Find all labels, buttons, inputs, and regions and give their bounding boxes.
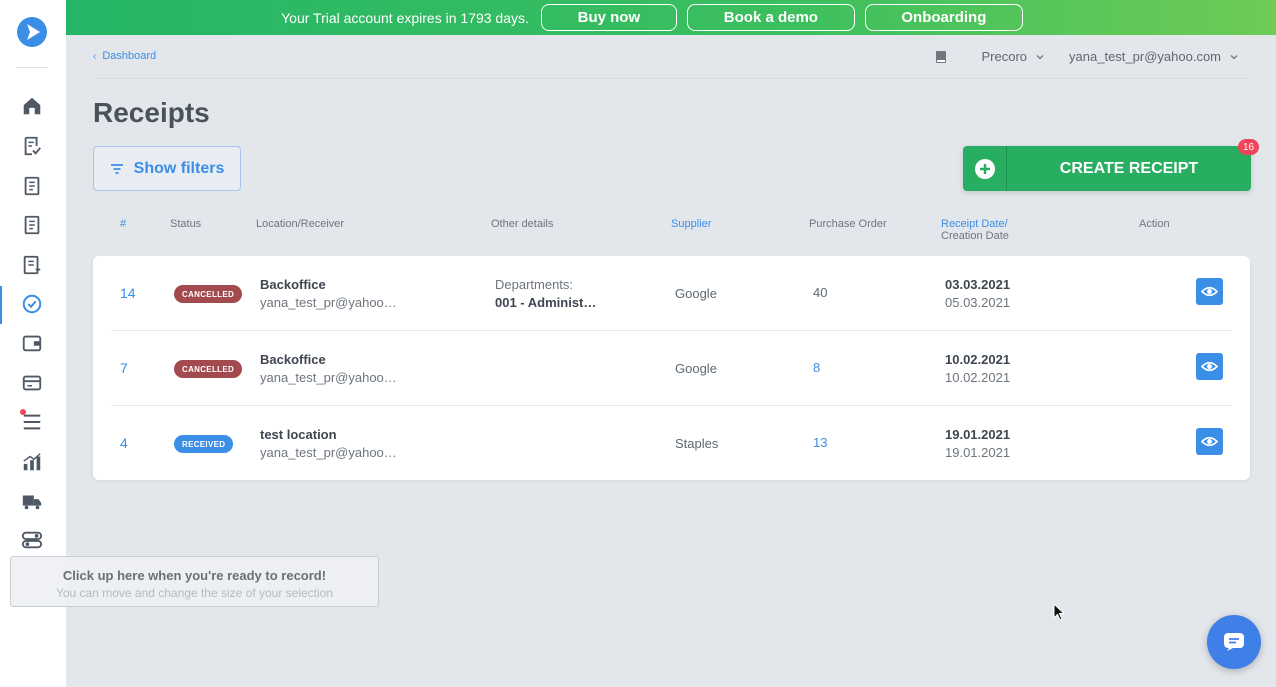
document-icon[interactable] (20, 174, 44, 198)
col-header-receipt-date[interactable]: Receipt Date/ (941, 218, 1008, 230)
document-icon[interactable] (20, 213, 44, 237)
list-icon[interactable] (20, 410, 44, 434)
col-header-creation-date: Creation Date (941, 230, 1009, 242)
create-receipt-button[interactable]: CREATE RECEIPT (963, 146, 1251, 191)
receiver-email: yana_test_pr@yahoo… (260, 370, 397, 385)
col-header-status: Status (170, 218, 202, 230)
trial-banner: Your Trial account expires in 1793 days.… (66, 0, 1276, 35)
other-details-value: 001 - Administ… (495, 295, 597, 310)
trial-text: Your Trial account expires in 1793 days. (281, 9, 529, 26)
view-button[interactable] (1196, 353, 1223, 380)
buy-now-button[interactable]: Buy now (540, 4, 677, 31)
receipt-number-link[interactable]: 7 (120, 360, 128, 376)
logo-icon[interactable] (17, 17, 47, 47)
recording-subtitle: You can move and change the size of your… (55, 586, 334, 600)
receipt-check-icon[interactable] (20, 134, 44, 158)
view-button[interactable] (1196, 428, 1223, 455)
view-button[interactable] (1196, 278, 1223, 305)
user-dropdown[interactable]: yana_test_pr@yahoo.com (1069, 49, 1239, 64)
chevron-down-icon (1036, 54, 1044, 59)
chevron-left-icon: ‹ (93, 50, 97, 62)
col-header-supplier[interactable]: Supplier (671, 218, 711, 230)
create-receipt-label: CREATE RECEIPT (1059, 159, 1199, 177)
chat-button[interactable] (1207, 615, 1261, 669)
status-badge: CANCELLED (174, 360, 243, 378)
book-demo-button[interactable]: Book a demo (686, 4, 855, 31)
receipt-date: 10.02.2021 (945, 352, 1011, 367)
creation-date: 10.02.2021 (945, 370, 1011, 385)
receipts-table: 14 CANCELLED Backoffice yana_test_pr@yah… (93, 256, 1250, 480)
purchase-order-link[interactable]: 8 (813, 360, 820, 375)
card-icon[interactable] (20, 371, 44, 395)
receipt-number-link[interactable]: 4 (120, 435, 128, 451)
notification-badge: 16 (1238, 139, 1259, 155)
book-icon[interactable] (934, 50, 948, 64)
receipt-number-link[interactable]: 14 (120, 285, 136, 301)
page-title: Receipts (93, 97, 210, 128)
supplier-name: Staples (675, 436, 719, 451)
wallet-icon[interactable] (20, 331, 44, 355)
header-divider (93, 78, 1250, 79)
home-icon[interactable] (20, 94, 44, 118)
location-name: Backoffice (260, 352, 326, 367)
user-email: yana_test_pr@yahoo.com (1069, 49, 1221, 64)
sidebar-active-indicator (0, 286, 2, 324)
recording-title: Click up here when you're ready to recor… (62, 568, 327, 583)
other-details-label: Departments: (495, 277, 574, 292)
company-dropdown[interactable]: Precoro (982, 49, 1046, 64)
eye-icon (1201, 361, 1218, 372)
mouse-cursor-icon (1053, 603, 1065, 621)
table-row[interactable]: 7 CANCELLED Backoffice yana_test_pr@yaho… (93, 331, 1250, 406)
supplier-name: Google (675, 361, 717, 376)
col-header-other-details: Other details (491, 218, 554, 230)
status-badge: CANCELLED (174, 285, 243, 303)
location-name: test location (260, 427, 337, 442)
purchase-order-link[interactable]: 13 (813, 435, 827, 450)
supplier-name: Google (675, 286, 717, 301)
show-filters-button[interactable]: Show filters (93, 146, 241, 191)
receiver-email: yana_test_pr@yahoo… (260, 445, 397, 460)
creation-date: 05.03.2021 (945, 295, 1011, 310)
breadcrumb[interactable]: ‹ Dashboard (93, 50, 156, 62)
receipt-date: 03.03.2021 (945, 277, 1011, 292)
company-name: Precoro (981, 49, 1028, 64)
col-header-purchase-order: Purchase Order (809, 218, 887, 230)
show-filters-label: Show filters (133, 159, 225, 177)
onboarding-button[interactable]: Onboarding (864, 4, 1023, 31)
purchase-order: 40 (813, 285, 828, 300)
receiver-email: yana_test_pr@yahoo… (260, 295, 397, 310)
plus-circle-icon (963, 146, 1007, 191)
table-row[interactable]: 4 RECEIVED test location yana_test_pr@ya… (93, 406, 1250, 481)
filter-icon (110, 163, 123, 174)
col-header-number[interactable]: # (120, 218, 126, 230)
chart-icon[interactable] (20, 450, 44, 474)
chevron-down-icon (1230, 54, 1238, 59)
status-badge: RECEIVED (174, 435, 234, 453)
eye-icon (1201, 436, 1218, 447)
creation-date: 19.01.2021 (945, 445, 1011, 460)
invoice-icon[interactable] (20, 253, 44, 277)
breadcrumb-dashboard[interactable]: Dashboard (102, 50, 156, 62)
location-name: Backoffice (260, 277, 326, 292)
col-header-location: Location/Receiver (256, 218, 345, 230)
check-circle-icon[interactable] (20, 292, 44, 316)
col-header-action: Action (1139, 218, 1170, 230)
table-row[interactable]: 14 CANCELLED Backoffice yana_test_pr@yah… (93, 256, 1250, 331)
topbar-right: Precoro yana_test_pr@yahoo.com (934, 49, 1239, 64)
receipt-date: 19.01.2021 (945, 427, 1011, 442)
truck-icon[interactable] (20, 489, 44, 513)
eye-icon (1201, 286, 1218, 297)
toggle-icon[interactable] (20, 528, 44, 552)
chat-icon (1224, 633, 1244, 651)
recording-selection-box[interactable]: Click up here when you're ready to recor… (10, 556, 379, 607)
sidebar-divider (16, 67, 48, 68)
